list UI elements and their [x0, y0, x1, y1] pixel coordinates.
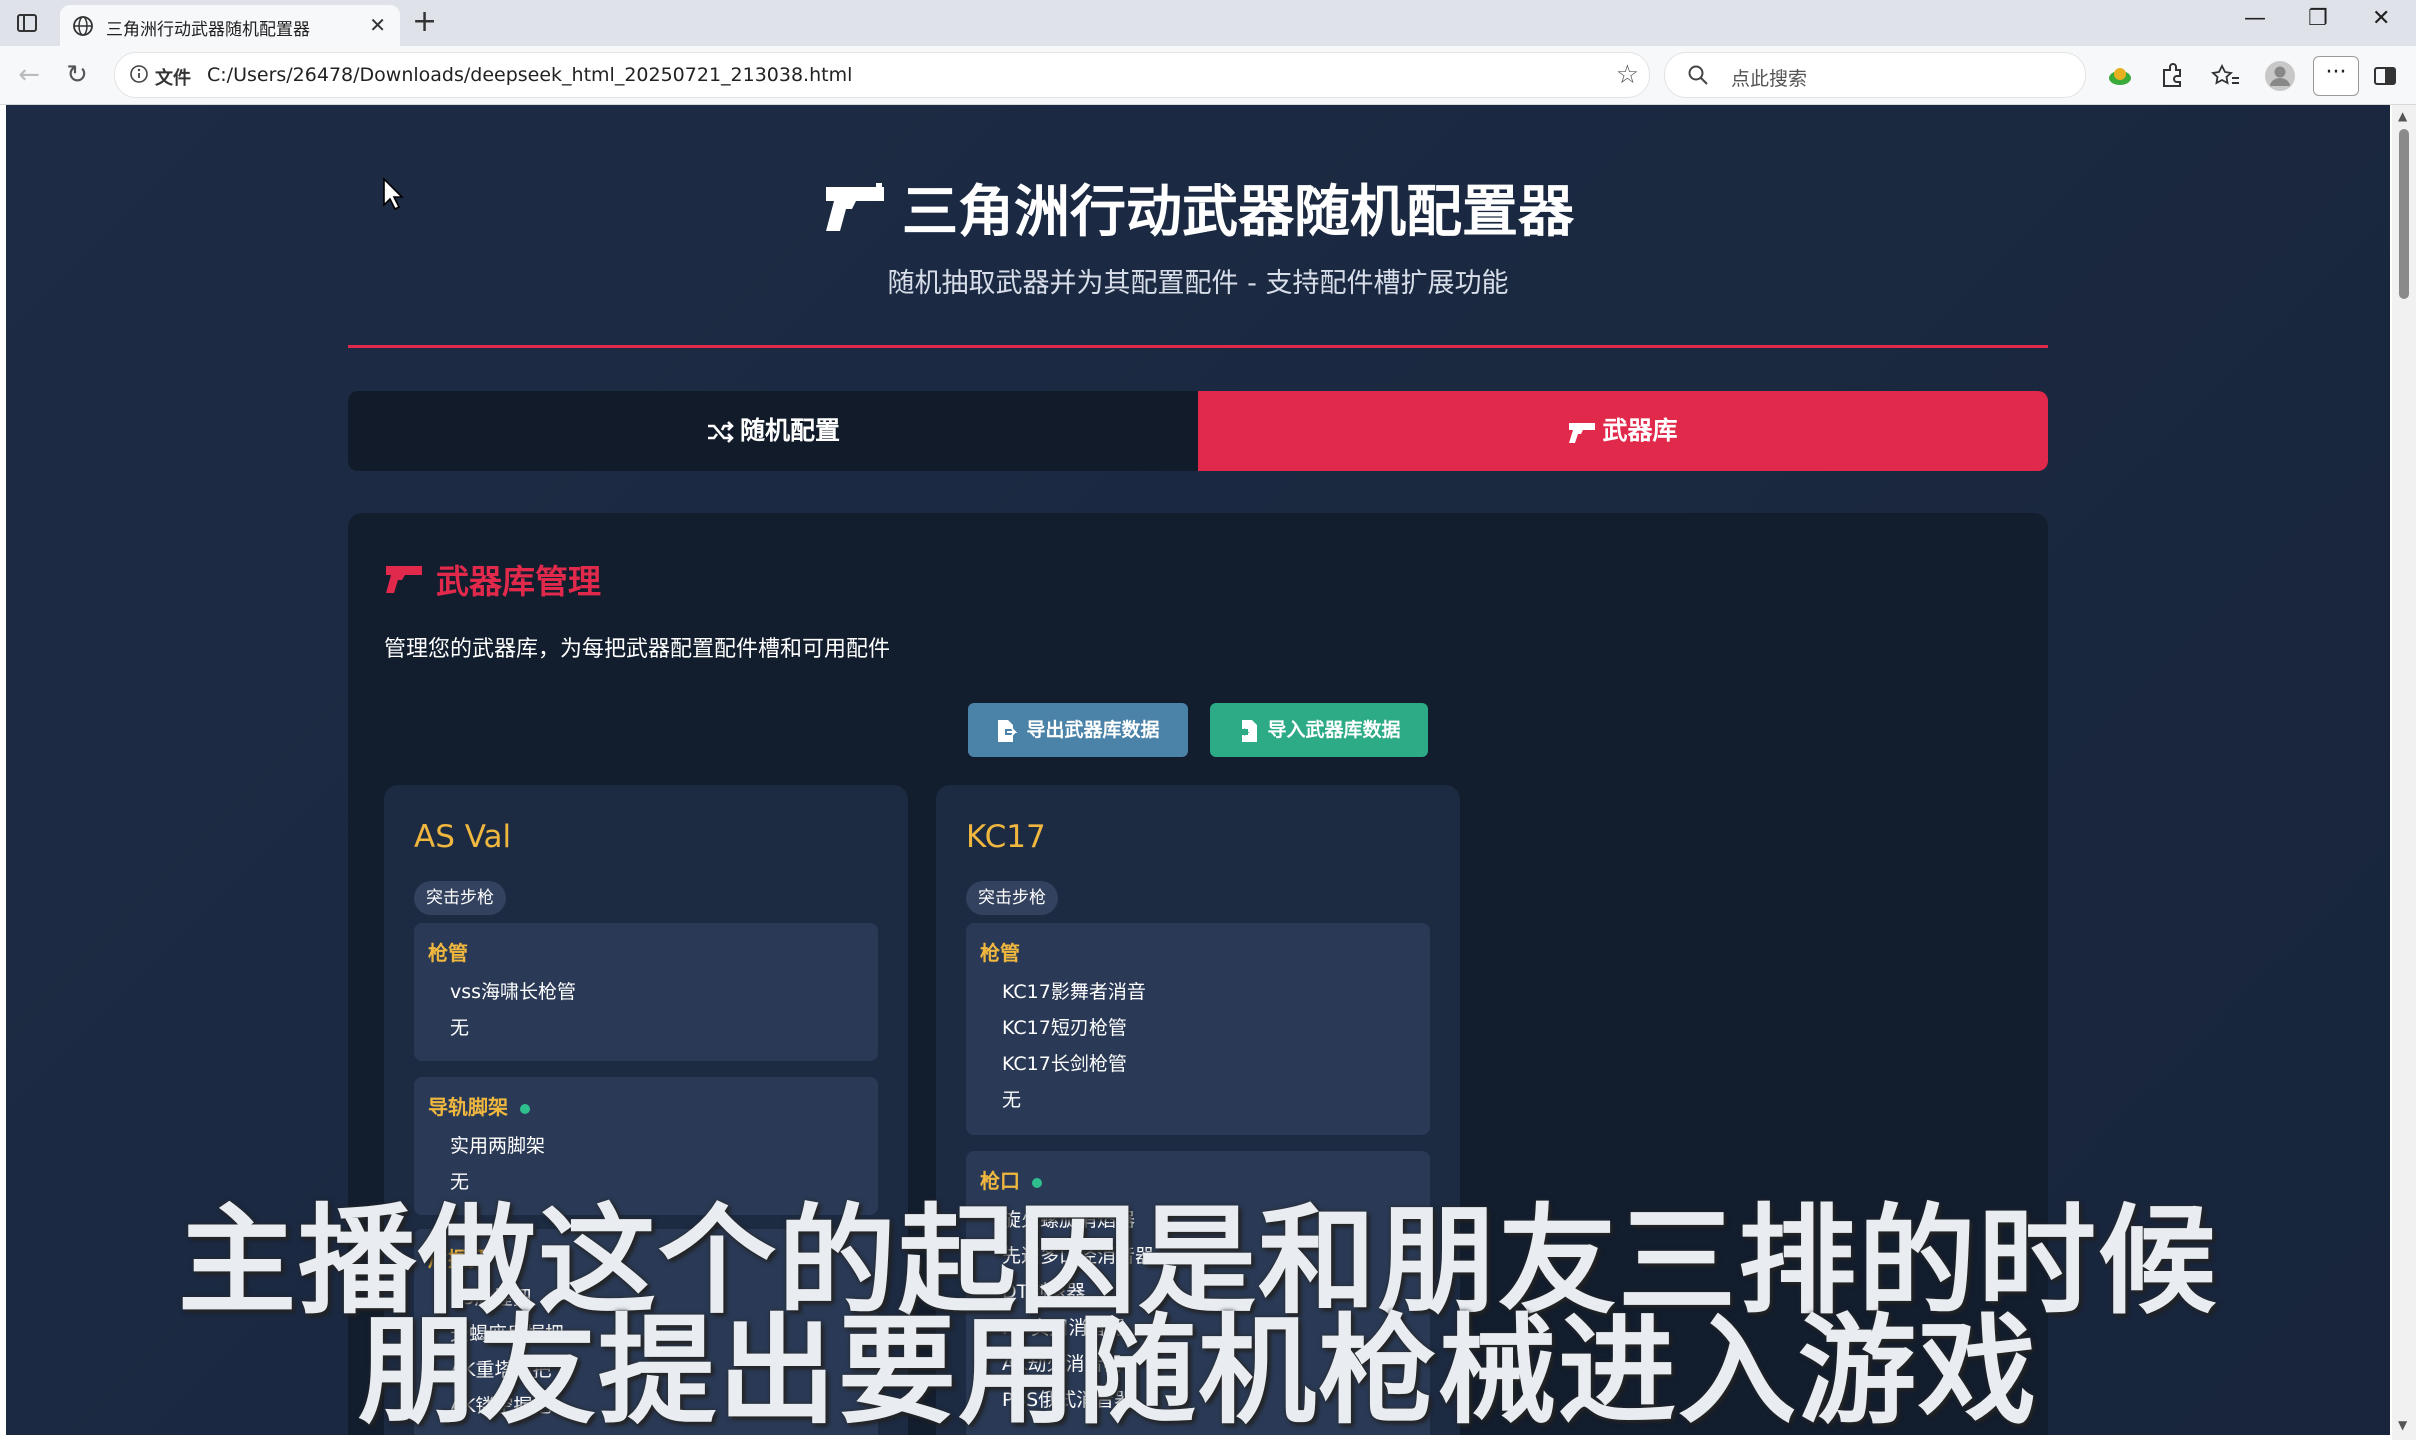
panel-description: 管理您的武器库，为每把武器配置配件槽和可用配件	[384, 637, 891, 662]
tab-close-icon[interactable]: ✕	[369, 13, 386, 37]
page-viewport: 三角洲行动武器随机配置器 随机抽取武器并为其配置配件 - 支持配件槽扩展功能 随…	[6, 105, 2390, 1435]
page-subtitle: 随机抽取武器并为其配置配件 - 支持配件槽扩展功能	[887, 268, 1509, 299]
browser-toolbar: ← ↻ 文件 C:/Users/26478/Downloads/deepseek…	[0, 46, 2416, 105]
page-scrollbar[interactable]: ▲ ▼	[2392, 105, 2416, 1440]
new-tab-button[interactable]: +	[412, 4, 437, 39]
slot-name: 导轨脚架	[428, 1091, 530, 1120]
attachment-option: 实用两脚架	[450, 1135, 546, 1157]
scroll-down-arrow-icon[interactable]: ▼	[2398, 1418, 2407, 1432]
globe-icon	[73, 16, 93, 36]
attachment-option: KC17长剑枪管	[1002, 1053, 1127, 1075]
attachment-slot: 枪管 vss海啸长枪管 无	[414, 923, 878, 1061]
window-close-button[interactable]: ✕	[2372, 6, 2390, 31]
scroll-up-arrow-icon[interactable]: ▲	[2398, 109, 2407, 123]
cloud-extension-icon[interactable]	[2104, 60, 2136, 92]
back-arrow-icon[interactable]: ←	[14, 60, 44, 90]
sidebar-toggle-icon[interactable]	[14, 10, 40, 36]
page-title: 三角洲行动武器随机配置器	[6, 167, 2390, 248]
file-export-icon	[998, 719, 1018, 742]
file-import-icon	[1238, 719, 1258, 742]
attachment-option: KC17短刃枪管	[1002, 1017, 1127, 1039]
address-bar[interactable]: 文件 C:/Users/26478/Downloads/deepseek_htm…	[114, 52, 1650, 98]
split-screen-icon[interactable]	[2370, 60, 2402, 92]
reload-icon[interactable]: ↻	[62, 60, 92, 90]
shuffle-icon	[707, 421, 734, 443]
more-menu-button[interactable]: ···	[2313, 56, 2359, 96]
import-library-label: 导入武器库数据	[1267, 719, 1401, 741]
address-scheme-label: 文件	[155, 68, 191, 89]
tab-weapon-library[interactable]: 武器库	[1198, 391, 2048, 471]
info-icon[interactable]	[129, 64, 149, 84]
weapon-name: AS Val	[414, 819, 512, 855]
tab-random-config[interactable]: 随机配置	[348, 391, 1198, 471]
attachment-option: 无	[450, 1017, 470, 1039]
browser-tab-bar: 三角洲行动武器随机配置器 ✕ + — ❐ ✕	[0, 0, 2416, 46]
extensions-puzzle-icon[interactable]	[2156, 60, 2188, 92]
attachment-option: vss海啸长枪管	[450, 981, 577, 1003]
profile-avatar-icon[interactable]	[2264, 60, 2296, 92]
restore-button[interactable]: ❐	[2308, 6, 2328, 31]
pistol-icon	[386, 566, 422, 593]
scrollbar-thumb[interactable]	[2399, 129, 2409, 299]
weapon-type-badge: 突击步枪	[966, 881, 1058, 915]
favorites-list-icon[interactable]	[2210, 60, 2242, 92]
mouse-cursor-icon	[383, 177, 404, 211]
pistol-icon	[826, 182, 884, 231]
minimize-button[interactable]: —	[2244, 6, 2266, 31]
weapon-name: KC17	[966, 819, 1046, 855]
tab-weapon-library-label: 武器库	[1602, 416, 1678, 445]
slot-extension-indicator	[520, 1103, 530, 1114]
tab-title: 三角洲行动武器随机配置器	[106, 20, 310, 40]
browser-tab-active[interactable]: 三角洲行动武器随机配置器 ✕	[60, 5, 400, 46]
mode-tabs: 随机配置 武器库	[348, 391, 2048, 471]
address-url[interactable]: C:/Users/26478/Downloads/deepseek_html_2…	[207, 64, 852, 86]
search-icon	[1688, 65, 1708, 85]
search-placeholder: 点此搜索	[1731, 68, 1808, 90]
import-library-button[interactable]: 导入武器库数据	[1210, 703, 1428, 757]
weapon-type-badge: 突击步枪	[414, 881, 506, 915]
header-divider	[348, 345, 2048, 348]
search-box[interactable]: 点此搜索	[1664, 52, 2086, 98]
favorite-star-icon[interactable]: ☆	[1616, 60, 1639, 90]
tab-random-config-label: 随机配置	[739, 416, 840, 445]
pistol-icon	[1569, 423, 1596, 443]
attachment-option: 无	[1002, 1089, 1022, 1111]
export-library-button[interactable]: 导出武器库数据	[968, 703, 1188, 757]
video-subtitle-line: 朋友提出要用随机枪械进入游戏	[357, 1302, 2038, 1435]
panel-title: 武器库管理	[384, 555, 601, 603]
attachment-slot: 枪管 KC17影舞者消音 KC17短刃枪管 KC17长剑枪管 无	[966, 923, 1430, 1135]
attachment-option: KC17影舞者消音	[1002, 981, 1146, 1003]
export-library-label: 导出武器库数据	[1026, 719, 1160, 741]
slot-name: 枪管	[980, 941, 1020, 965]
slot-name: 枪管	[428, 941, 468, 965]
